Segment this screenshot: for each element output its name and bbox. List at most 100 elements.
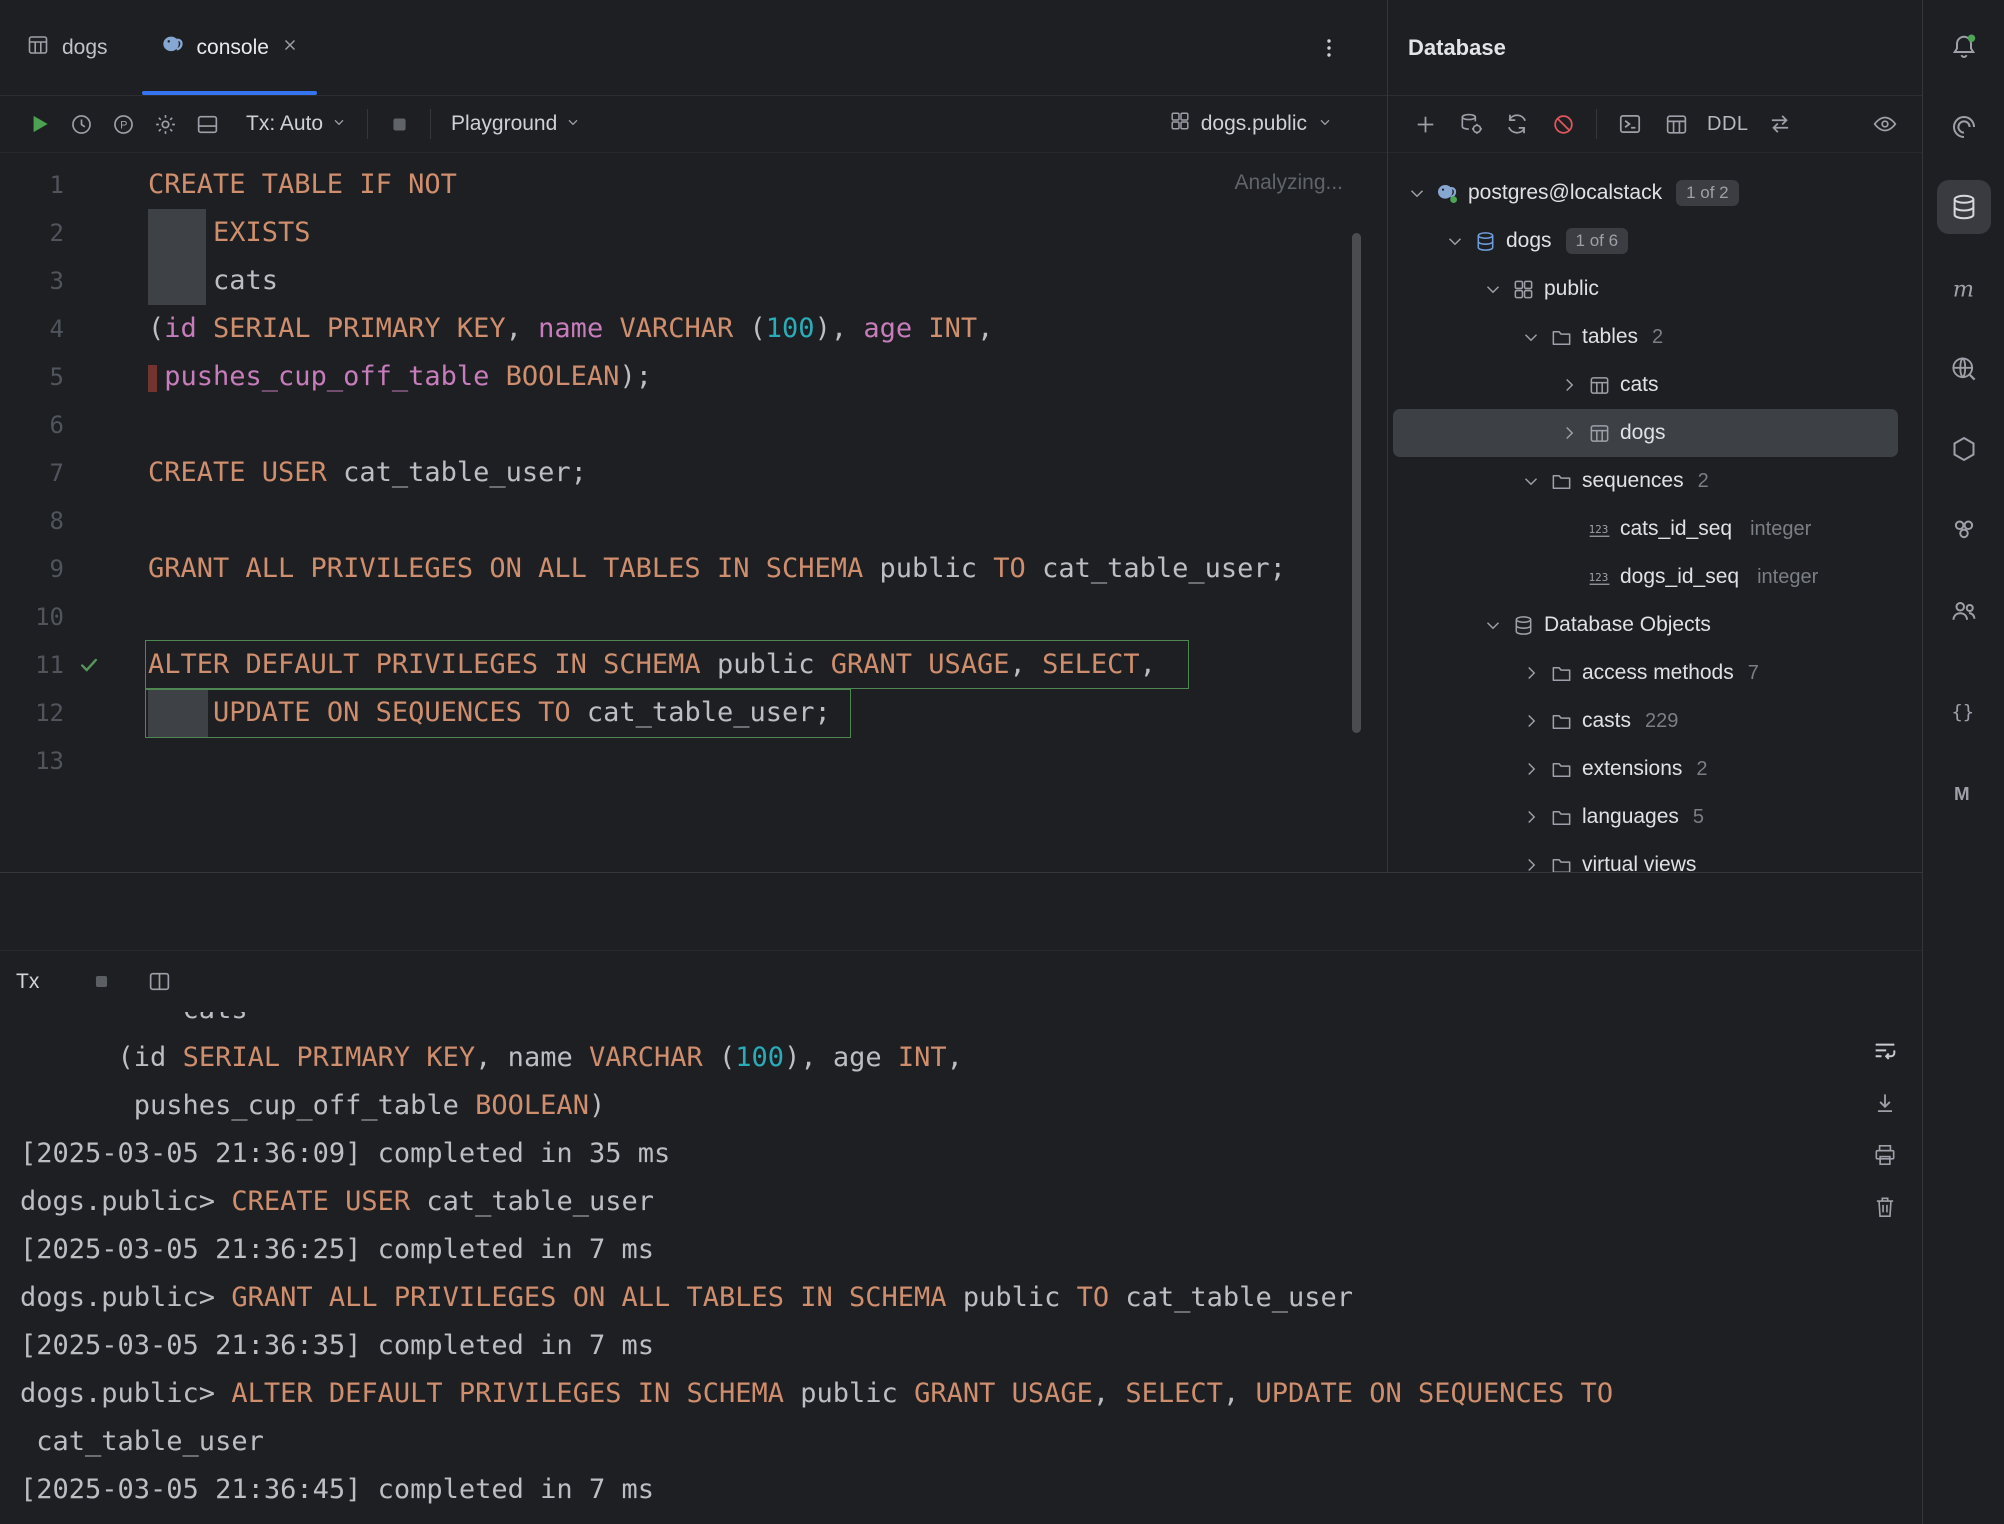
in-editor-results-icon[interactable] [186, 103, 228, 145]
code-segment: SELECT [1042, 649, 1140, 680]
code-line[interactable]: pushes_cup_off_table BOOLEAN); [148, 353, 1367, 401]
tree-label: Database Objects [1544, 613, 1711, 637]
code-line[interactable] [148, 497, 1367, 545]
tree-row-dogs[interactable]: dogs1 of 6 [1393, 217, 1898, 265]
shield-tool-icon[interactable] [1937, 422, 1991, 476]
scroll-to-end-icon[interactable] [1870, 1088, 1900, 1118]
chevron-right-icon[interactable] [1516, 805, 1546, 829]
tree-row-cats[interactable]: cats [1393, 361, 1898, 409]
app-window: dogs console [0, 0, 2004, 1524]
code-line[interactable]: cats [148, 257, 1367, 305]
code-line[interactable] [148, 593, 1367, 641]
add-icon[interactable] [1402, 103, 1448, 145]
tree-row-dogs[interactable]: dogs [1393, 409, 1898, 457]
code-segment: public [863, 553, 993, 584]
chevron-right-icon[interactable] [1554, 373, 1584, 397]
chevron-right-icon[interactable] [1516, 661, 1546, 685]
tree-row-public[interactable]: public [1393, 265, 1898, 313]
refresh-icon[interactable] [1494, 103, 1540, 145]
code-segment: pushes_cup_off_table [164, 361, 489, 392]
stop-icon[interactable] [378, 103, 420, 145]
tree-row-casts[interactable]: casts229 [1393, 697, 1898, 745]
split-icon[interactable] [137, 960, 181, 1004]
tree-row-postgres-localstack[interactable]: postgres@localstack1 of 2 [1393, 169, 1898, 217]
tab-console[interactable]: console [134, 0, 325, 95]
web-search-icon[interactable] [1937, 342, 1991, 396]
editor-scrollbar[interactable] [1352, 233, 1361, 733]
chevron-down-icon[interactable] [1402, 181, 1432, 205]
ai-assistant-icon[interactable] [1937, 100, 1991, 154]
code-line[interactable]: CREATE USER cat_table_user; [148, 449, 1367, 497]
line-number: 2 [0, 219, 64, 247]
chevron-right-icon[interactable] [1516, 757, 1546, 781]
tree-row-access-methods[interactable]: access methods7 [1393, 649, 1898, 697]
tree-label: extensions [1582, 757, 1682, 781]
ddl-button[interactable]: DDL [1699, 113, 1757, 136]
jump-to-icon[interactable] [1757, 103, 1803, 145]
chevron-right-icon[interactable] [1516, 709, 1546, 733]
code-line[interactable]: ALTER DEFAULT PRIVILEGES IN SCHEMA publi… [148, 641, 1367, 689]
console-output: cats (id SERIAL PRIMARY KEY, name VARCHA… [0, 1012, 1922, 1524]
tree-row-tables[interactable]: tables2 [1393, 313, 1898, 361]
code-segment: age [863, 313, 912, 344]
sql-editor[interactable]: 12345678910111213 CREATE TABLE IF NOT EX… [0, 153, 1387, 872]
disconnect-icon[interactable] [1540, 103, 1586, 145]
database-objects-icon [1508, 613, 1538, 637]
notifications-icon[interactable] [1937, 20, 1991, 74]
table-icon [1584, 373, 1614, 397]
close-icon[interactable] [281, 36, 299, 60]
tree-row-database-objects[interactable]: Database Objects [1393, 601, 1898, 649]
database-panel-header: Database [1388, 0, 1922, 96]
markdown-tool-icon[interactable]: M [1937, 766, 1991, 820]
tab-dogs[interactable]: dogs [0, 0, 134, 95]
collaboration-icon[interactable] [1937, 584, 1991, 638]
code-line[interactable]: (id SERIAL PRIMARY KEY, name VARCHAR (10… [148, 305, 1367, 353]
code-line[interactable] [148, 401, 1367, 449]
playground-dropdown[interactable]: Playground [441, 103, 591, 145]
code-segment: , [1223, 1378, 1256, 1409]
tree-row-extensions[interactable]: extensions2 [1393, 745, 1898, 793]
data-type-label: integer [1757, 566, 1818, 589]
horizontal-splitter[interactable] [0, 872, 1922, 950]
tree-row-languages[interactable]: languages5 [1393, 793, 1898, 841]
tree-row-cats-id-seq[interactable]: 123cats_id_seqinteger [1393, 505, 1898, 553]
m-tool-icon[interactable]: m [1937, 262, 1991, 316]
braces-tool-icon[interactable]: {} [1937, 684, 1991, 738]
delete-icon[interactable] [1870, 1192, 1900, 1222]
code-line[interactable]: UPDATE ON SEQUENCES TO cat_table_user; [148, 689, 1367, 737]
print-icon[interactable] [1870, 1140, 1900, 1170]
preview-icon[interactable] [1862, 103, 1908, 145]
soft-wrap-icon[interactable] [1870, 1036, 1900, 1066]
stop-icon[interactable] [79, 960, 123, 1004]
dependencies-icon[interactable] [1937, 502, 1991, 556]
more-options-icon[interactable] [1316, 30, 1342, 66]
tx-mode-dropdown[interactable]: Tx: Auto [236, 103, 357, 145]
chevron-down-icon[interactable] [1516, 325, 1546, 349]
code-line[interactable]: GRANT ALL PRIVILEGES ON ALL TABLES IN SC… [148, 545, 1367, 593]
settings-icon[interactable] [144, 103, 186, 145]
chevron-down-icon[interactable] [1478, 613, 1508, 637]
code-segment: , [1140, 649, 1156, 680]
chevron-down-icon[interactable] [1516, 469, 1546, 493]
code-line[interactable]: CREATE TABLE IF NOT [148, 161, 1367, 209]
database-tool-icon[interactable] [1937, 180, 1991, 234]
console-line: [2025-03-05 21:36:45] completed in 7 ms [20, 1466, 1922, 1514]
schema-selector[interactable]: dogs.public [1169, 110, 1333, 138]
history-icon[interactable] [60, 103, 102, 145]
code-line[interactable]: EXISTS [148, 209, 1367, 257]
tree-row-sequences[interactable]: sequences2 [1393, 457, 1898, 505]
table-icon[interactable] [1653, 103, 1699, 145]
tree-row-virtual-views[interactable]: virtual views [1393, 841, 1898, 872]
chevron-down-icon[interactable] [1440, 229, 1470, 253]
profiler-icon[interactable]: P [102, 103, 144, 145]
data-source-properties-icon[interactable] [1448, 103, 1494, 145]
run-button[interactable] [18, 103, 60, 145]
chevron-right-icon[interactable] [1554, 421, 1584, 445]
tree-row-dogs-id-seq[interactable]: 123dogs_id_seqinteger [1393, 553, 1898, 601]
code-line[interactable] [148, 737, 1367, 785]
toolbar-separator [1596, 109, 1597, 139]
new-console-icon[interactable] [1607, 103, 1653, 145]
chevron-right-icon[interactable] [1516, 853, 1546, 872]
item-count: 229 [1645, 710, 1678, 733]
chevron-down-icon[interactable] [1478, 277, 1508, 301]
